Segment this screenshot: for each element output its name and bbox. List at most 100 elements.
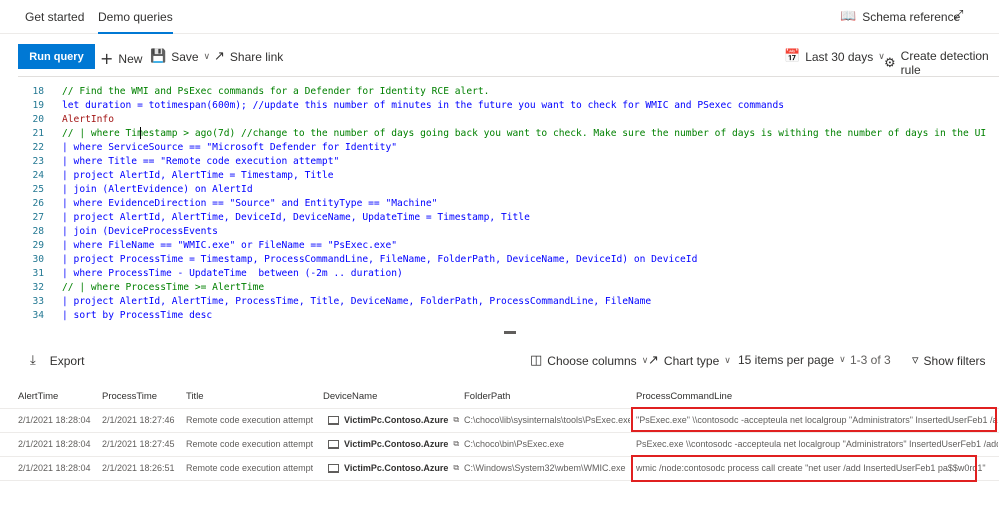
code-line: 33 | project AlertId, AlertTime, ProcessT… — [18, 295, 651, 309]
new-query-button[interactable]: + New — [100, 49, 142, 68]
export-label: Export — [49, 353, 85, 368]
device-name-link[interactable]: VictimPc.Contoso.Azure — [344, 415, 448, 425]
export-button[interactable]: ⤓ Export — [30, 353, 84, 368]
cell-devicename[interactable]: VictimPc.Contoso.Azure ⧉ — [328, 439, 459, 449]
code-text: | project AlertId, AlertTime = Timestamp… — [62, 170, 334, 181]
code-line: 27 | project AlertId, AlertTime, DeviceId… — [18, 211, 530, 225]
save-button[interactable]: 💾 Save ∨ — [150, 49, 210, 64]
open-device-icon[interactable]: ⧉ — [453, 463, 459, 473]
code-text: // Find the WMI and PsExec commands for … — [62, 86, 490, 97]
tab-get-started[interactable]: Get started — [25, 10, 84, 24]
code-line: 18 // Find the WMI and PsExec commands fo… — [18, 85, 489, 99]
cell-alerttime: 2/1/2021 18:28:04 — [18, 439, 91, 449]
device-icon — [328, 463, 339, 473]
results-toolbar: ⤓ Export ◫ Choose columns ∨ ↗ Chart type… — [0, 350, 999, 370]
share-icon: ↗ — [214, 49, 225, 64]
code-line: 21 // | where Timestamp > ago(7d) //chang… — [18, 127, 986, 141]
book-icon: 📖 — [840, 9, 857, 24]
column-header-processcommandline[interactable]: ProcessCommandLine — [636, 391, 732, 402]
device-name-link[interactable]: VictimPc.Contoso.Azure — [344, 463, 448, 473]
cell-title: Remote code execution attempt — [186, 415, 314, 425]
line-number: 20 — [32, 114, 44, 125]
line-number: 26 — [32, 198, 44, 209]
new-label: New — [118, 51, 143, 66]
items-per-page-dropdown[interactable]: 15 items per page ∨ — [738, 353, 846, 367]
code-line: 19 let duration = totimespan(600m); //upd… — [18, 99, 784, 113]
line-number: 22 — [32, 142, 44, 153]
cell-title: Remote code execution attempt — [186, 439, 314, 449]
create-detection-rule-label: Create detection rule — [900, 49, 989, 77]
code-text: | sort by ProcessTime desc — [62, 310, 213, 321]
table-row[interactable]: 2/1/2021 18:28:04 2/1/2021 18:27:45 Remo… — [0, 433, 999, 457]
column-header-devicename[interactable]: DeviceName — [323, 391, 377, 402]
cell-processcommandline: PsExec.exe \\contosodc -accepteula net l… — [636, 439, 998, 449]
code-line: 24 | project AlertId, AlertTime = Timesta… — [18, 169, 333, 183]
line-number: 32 — [32, 282, 44, 293]
text-cursor — [140, 127, 141, 139]
detection-rule-icon: ⚙ — [884, 55, 896, 71]
cell-processtime: 2/1/2021 18:26:51 — [102, 463, 175, 473]
chart-type-label: Chart type — [663, 353, 720, 368]
cell-alerttime: 2/1/2021 18:28:04 — [18, 463, 91, 473]
chart-icon: ↗ — [648, 353, 659, 368]
cell-folderpath: C:\choco\bin\PsExec.exe — [464, 439, 565, 449]
code-text: | where ProcessTime - UpdateTime between… — [62, 268, 403, 279]
code-line: 26 | where EvidenceDirection == "Source" … — [18, 197, 437, 211]
table-header: AlertTime ProcessTime Title DeviceName F… — [0, 385, 999, 409]
column-header-alerttime[interactable]: AlertTime — [18, 391, 58, 402]
code-line: 25 | join (AlertEvidence) on AlertId — [18, 183, 253, 197]
code-text: // | where ProcessTime >= AlertTime — [62, 282, 265, 293]
code-text: | where Title == "Remote code execution … — [62, 156, 340, 167]
open-device-icon[interactable]: ⧉ — [453, 415, 459, 425]
line-number: 27 — [32, 212, 44, 223]
code-line: 29 | where FileName == "WMIC.exe" or File… — [18, 239, 397, 253]
show-filters-button[interactable]: ▿ Show filters — [912, 353, 986, 368]
result-count: 1-3 of 3 — [850, 353, 891, 367]
chevron-down-icon: ∨ — [724, 355, 731, 366]
highlight-box-psexec — [631, 407, 997, 432]
save-icon: 💾 — [150, 49, 167, 64]
pane-splitter-handle[interactable] — [504, 331, 516, 334]
code-line: 20 AlertInfo — [18, 113, 114, 127]
line-number: 33 — [32, 296, 44, 307]
line-number: 29 — [32, 240, 44, 251]
chevron-down-icon: ∨ — [203, 51, 211, 62]
column-header-folderpath[interactable]: FolderPath — [464, 391, 510, 402]
open-device-icon[interactable]: ⧉ — [453, 439, 459, 449]
line-number: 21 — [32, 128, 44, 139]
code-text: | project AlertId, AlertTime, DeviceId, … — [62, 212, 530, 223]
column-header-title[interactable]: Title — [186, 391, 204, 402]
query-editor[interactable]: 18 // Find the WMI and PsExec commands fo… — [18, 76, 999, 326]
cell-processtime: 2/1/2021 18:27:45 — [102, 439, 175, 449]
cell-processtime: 2/1/2021 18:27:46 — [102, 415, 175, 425]
line-number: 31 — [32, 268, 44, 279]
cell-devicename[interactable]: VictimPc.Contoso.Azure ⧉ — [328, 415, 459, 425]
calendar-icon: 📅 — [784, 49, 801, 64]
code-text: | where EvidenceDirection == "Source" an… — [62, 198, 438, 209]
line-number: 23 — [32, 156, 44, 167]
choose-columns-dropdown[interactable]: ◫ Choose columns ∨ — [530, 353, 648, 368]
column-header-processtime[interactable]: ProcessTime — [102, 391, 157, 402]
expand-icon[interactable]: ⤢ — [953, 8, 963, 23]
cell-devicename[interactable]: VictimPc.Contoso.Azure ⧉ — [328, 463, 459, 473]
tab-demo-queries[interactable]: Demo queries — [98, 10, 173, 34]
code-line: 32 // | where ProcessTime >= AlertTime — [18, 281, 264, 295]
code-text: | join (AlertEvidence) on AlertId — [62, 184, 253, 195]
schema-reference-button[interactable]: 📖 Schema reference — [840, 9, 960, 24]
chart-type-dropdown[interactable]: ↗ Chart type ∨ — [648, 353, 731, 368]
code-text: | where FileName == "WMIC.exe" or FileNa… — [62, 240, 398, 251]
share-link-label: Share link — [229, 49, 284, 64]
device-name-link[interactable]: VictimPc.Contoso.Azure — [344, 439, 448, 449]
code-text: // | where Timestamp > ago(7d) //change … — [62, 128, 987, 139]
run-query-button[interactable]: Run query — [18, 44, 95, 69]
create-detection-rule-button[interactable]: ⚙ Create detection rule — [884, 49, 999, 77]
query-toolbar: Run query + New 💾 Save ∨ ↗ Share link 📅 … — [0, 44, 999, 77]
cell-title: Remote code execution attempt — [186, 463, 314, 473]
code-text: | join (DeviceProcessEvents — [62, 226, 218, 237]
highlight-box-wmic — [631, 455, 977, 482]
cell-alerttime: 2/1/2021 18:28:04 — [18, 415, 91, 425]
line-number: 28 — [32, 226, 44, 237]
time-range-dropdown[interactable]: 📅 Last 30 days ∨ — [784, 49, 885, 64]
share-link-button[interactable]: ↗ Share link — [214, 49, 283, 64]
code-text: | project ProcessTime = Timestamp, Proce… — [62, 254, 698, 265]
